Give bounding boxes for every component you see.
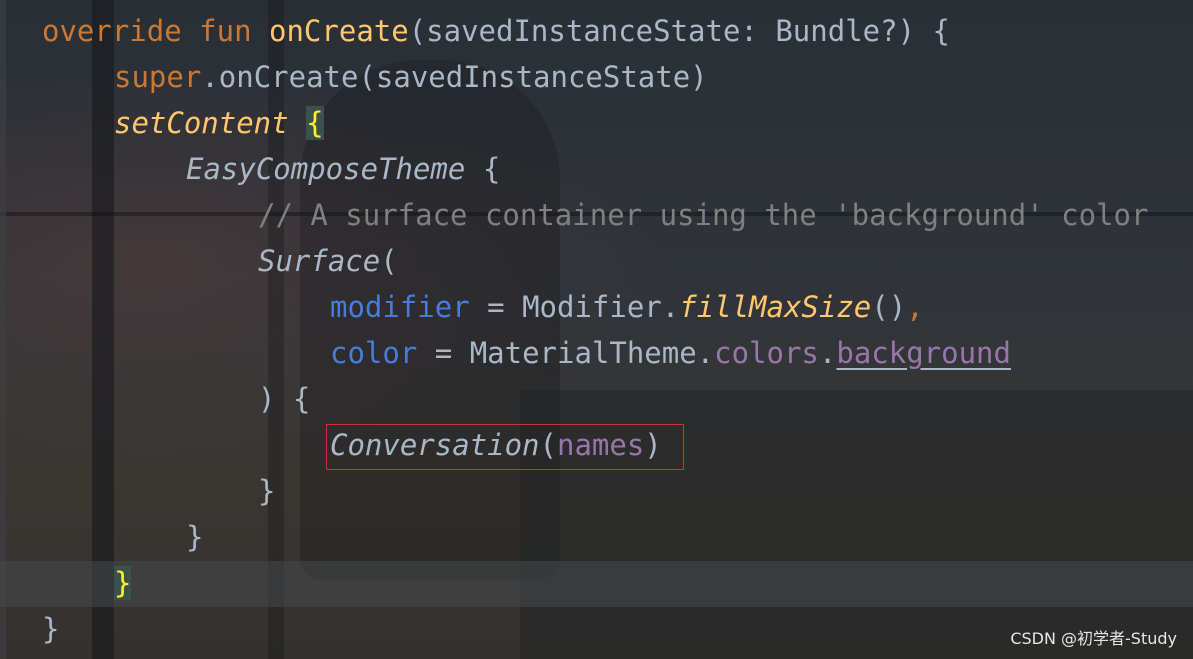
code-line-13[interactable]: } xyxy=(114,560,132,606)
code-line-6[interactable]: Surface( xyxy=(258,238,398,284)
code-line-8[interactable]: color = MaterialTheme.colors.background xyxy=(330,330,1011,376)
code-comment: // A surface container using the 'backgr… xyxy=(258,198,1149,232)
function-signature: (savedInstanceState: Bundle?) { xyxy=(408,14,950,48)
code-line-9[interactable]: ) { xyxy=(258,376,310,422)
code-line-12[interactable]: } xyxy=(186,514,203,560)
code-line-3[interactable]: setContent { xyxy=(114,100,324,146)
property-colors: colors xyxy=(714,336,819,370)
keyword-super: super xyxy=(114,60,202,94)
param-color: color xyxy=(330,336,418,370)
call-easycomposetheme: EasyComposeTheme xyxy=(186,152,466,186)
function-name-oncreate: onCreate xyxy=(269,14,409,48)
code-line-4[interactable]: EasyComposeTheme { xyxy=(186,146,500,192)
matched-brace-open: { xyxy=(306,106,324,140)
keyword-override: override xyxy=(42,14,182,48)
keyword-fun: fun xyxy=(199,14,252,48)
code-line-2[interactable]: super.onCreate(savedInstanceState) xyxy=(114,54,708,100)
call-setcontent: setContent xyxy=(114,106,289,140)
call-surface: Surface xyxy=(258,244,381,278)
annotation-highlight-box xyxy=(326,424,684,470)
code-line-5[interactable]: // A surface container using the 'backgr… xyxy=(258,192,1148,238)
current-line-highlight xyxy=(0,561,1193,607)
super-call: .onCreate(savedInstanceState) xyxy=(201,60,708,94)
call-fillmaxsize: fillMaxSize xyxy=(679,290,872,324)
code-line-14[interactable]: } xyxy=(42,606,59,652)
param-modifier: modifier xyxy=(330,290,470,324)
code-line-11[interactable]: } xyxy=(258,468,275,514)
watermark: CSDN @初学者-Study xyxy=(1010,629,1177,648)
matched-brace-close: } xyxy=(114,566,132,600)
property-background: background xyxy=(836,336,1011,370)
code-line-7[interactable]: modifier = Modifier.fillMaxSize(), xyxy=(330,284,924,330)
code-line-1[interactable]: override fun onCreate(savedInstanceState… xyxy=(42,8,950,54)
